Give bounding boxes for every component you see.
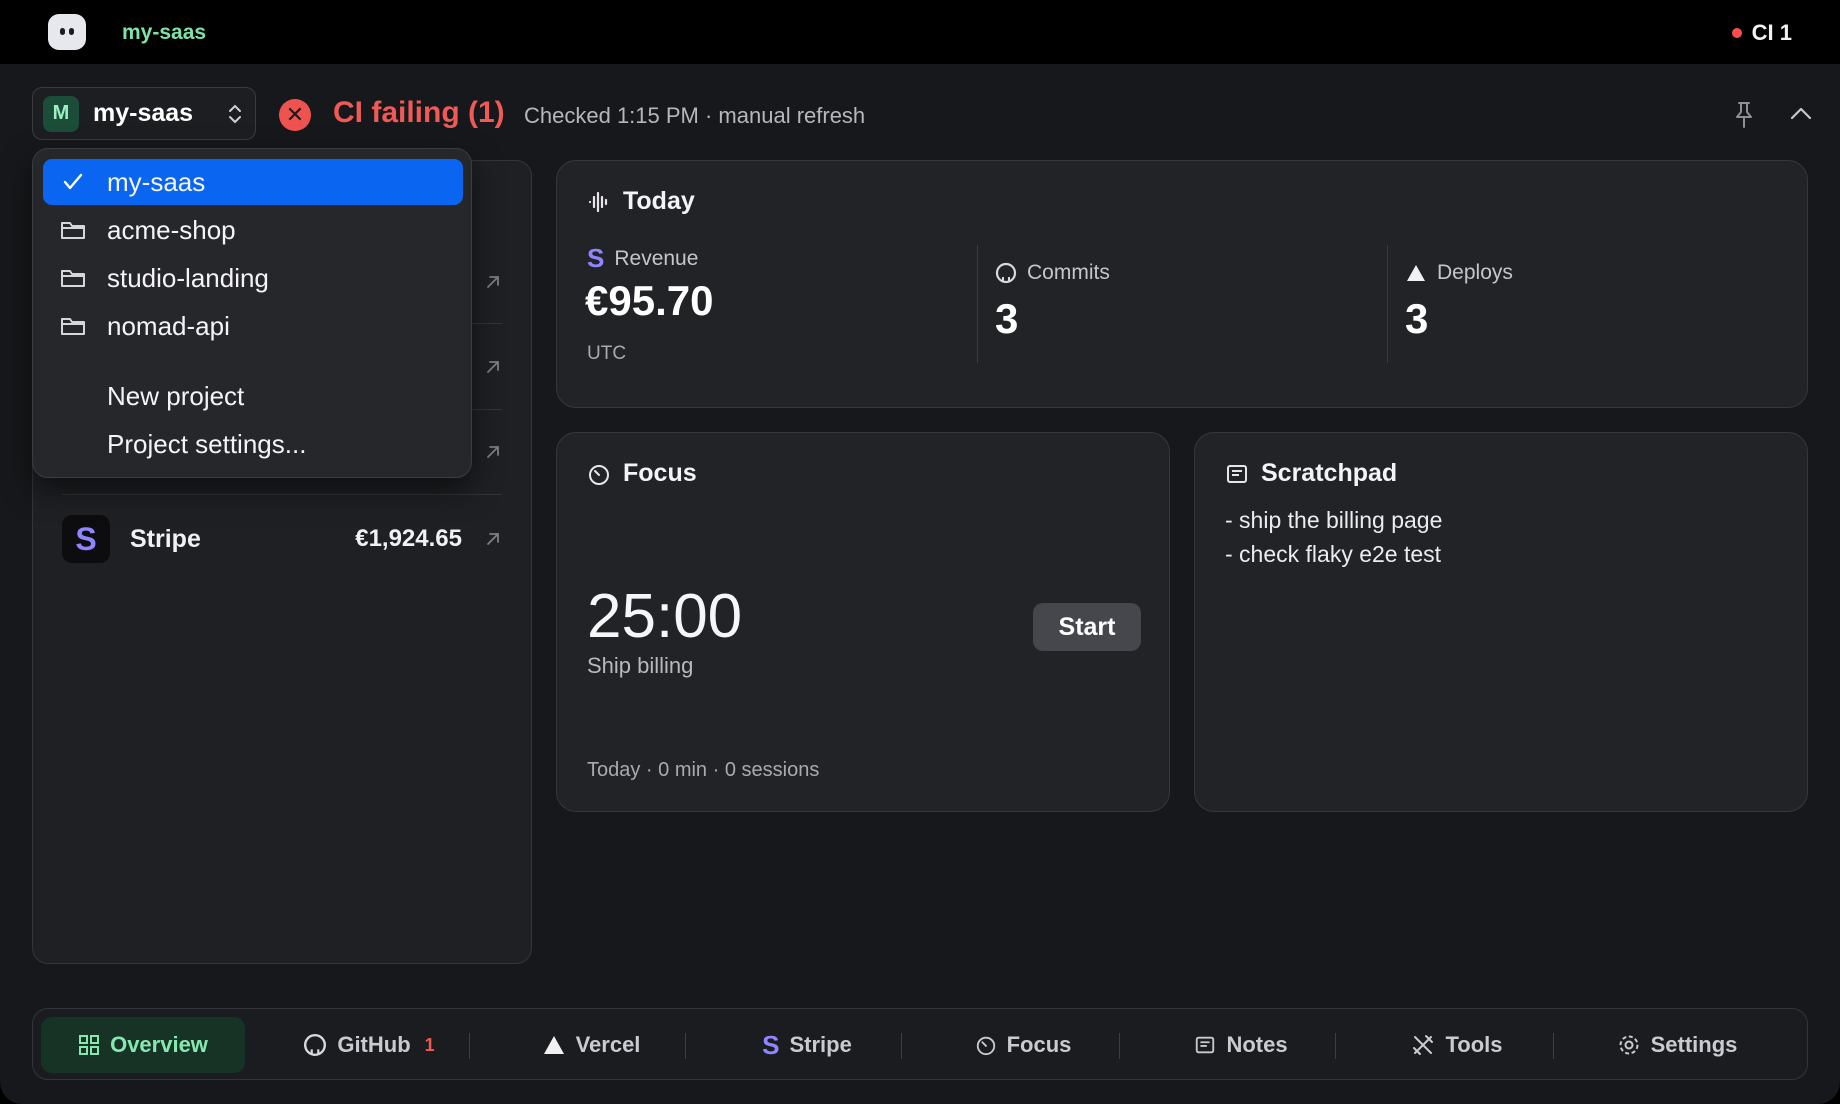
waveform-icon — [588, 191, 608, 212]
tab-separator — [685, 1033, 686, 1059]
github-icon — [304, 1033, 327, 1057]
project-selector-label: my-saas — [93, 99, 194, 127]
stripe-icon: S — [62, 515, 110, 563]
external-link-icon[interactable] — [482, 271, 504, 293]
project-dropdown-menu: my-saas acme-shop studio-landing nomad-a… — [32, 148, 472, 478]
ci-status-label: CI 1 — [1751, 20, 1792, 45]
ci-error-icon: ✕ — [279, 99, 311, 131]
stripe-icon: S — [587, 243, 605, 273]
tab-tools[interactable]: Tools — [1359, 1017, 1555, 1073]
deploys-value: 3 — [1405, 295, 1429, 342]
app-window: my-saas CI 1 M my-saas ✕ CI failing (1) … — [0, 0, 1840, 1104]
pin-icon[interactable] — [1732, 100, 1756, 130]
github-icon — [995, 262, 1017, 284]
tools-icon — [1413, 1035, 1434, 1055]
focus-card-title: Focus — [587, 459, 697, 488]
tab-separator — [1335, 1033, 1336, 1059]
start-button[interactable]: Start — [1033, 603, 1141, 651]
new-project-item[interactable]: New project — [43, 373, 463, 419]
tab-vercel[interactable]: Vercel — [493, 1017, 689, 1073]
today-card-title: Today — [587, 187, 695, 216]
folder-icon — [61, 318, 85, 335]
ci-failing-status[interactable]: CI failing (1) — [333, 96, 505, 130]
commits-label: Commits — [995, 261, 1110, 285]
vercel-triangle-icon — [543, 1036, 564, 1054]
tab-overview[interactable]: Overview — [41, 1017, 245, 1073]
tab-separator — [901, 1033, 902, 1059]
ci-status-indicator[interactable]: CI 1 — [1731, 20, 1792, 46]
last-checked-text: Checked 1:15 PM · manual refresh — [524, 103, 866, 128]
dropdown-item-studio-landing[interactable]: studio-landing — [43, 255, 463, 301]
gear-icon — [1619, 1035, 1639, 1055]
github-badge: 1 — [424, 1034, 435, 1055]
notes-icon — [1227, 464, 1247, 483]
title-bar: my-saas CI 1 — [0, 0, 1840, 64]
timer-icon — [976, 1036, 995, 1056]
chevron-updown-icon — [229, 104, 241, 124]
stripe-icon: S — [762, 1029, 780, 1060]
app-name: my-saas — [122, 21, 207, 44]
app-logo-icon — [48, 14, 86, 50]
checkmark-icon — [63, 173, 83, 190]
dropdown-item-my-saas[interactable]: my-saas — [43, 159, 463, 205]
list-divider — [62, 494, 502, 495]
stat-divider — [977, 245, 978, 363]
folder-icon — [61, 222, 85, 239]
grid-icon — [79, 1035, 100, 1055]
commits-value: 3 — [995, 295, 1019, 342]
notes-icon — [1196, 1036, 1215, 1054]
project-selector[interactable]: M my-saas — [32, 87, 256, 140]
external-link-icon[interactable] — [482, 528, 504, 550]
project-avatar: M — [43, 95, 79, 132]
scratchpad-line: - check flaky e2e test — [1225, 541, 1442, 567]
stripe-integration-row[interactable]: S Stripe €1,924.65 — [62, 513, 508, 565]
focus-task[interactable]: Ship billing — [587, 653, 693, 679]
bottom-tab-bar: Overview GitHub 1 Vercel S Stripe Focus N… — [32, 1008, 1808, 1080]
folder-icon — [61, 270, 85, 287]
revenue-value: €95.70 — [585, 277, 714, 324]
integration-amount: €1,924.65 — [355, 525, 462, 552]
focus-timer: 25:00 — [587, 582, 743, 651]
today-card: Today S Revenue €95.70 UTC Commits 3 Dep… — [556, 160, 1808, 408]
timer-icon — [589, 464, 609, 485]
dropdown-item-nomad-api[interactable]: nomad-api — [43, 303, 463, 349]
tab-separator — [469, 1033, 470, 1059]
stat-divider — [1387, 245, 1388, 363]
revenue-timezone: UTC — [587, 343, 627, 364]
tab-separator — [1119, 1033, 1120, 1059]
chevron-up-icon[interactable] — [1788, 102, 1814, 126]
tab-separator — [1553, 1033, 1554, 1059]
external-link-icon[interactable] — [482, 356, 504, 378]
dropdown-item-acme-shop[interactable]: acme-shop — [43, 207, 463, 253]
project-settings-item[interactable]: Project settings... — [43, 421, 463, 467]
external-link-icon[interactable] — [482, 441, 504, 463]
deploys-label: Deploys — [1405, 261, 1513, 285]
scratchpad-line: - ship the billing page — [1225, 507, 1443, 533]
revenue-label: S Revenue — [587, 243, 699, 273]
integration-name: Stripe — [130, 524, 201, 553]
status-dot-icon — [1731, 28, 1742, 38]
tab-stripe[interactable]: S Stripe — [709, 1017, 905, 1073]
tab-focus[interactable]: Focus — [925, 1017, 1121, 1073]
vercel-triangle-icon — [1407, 265, 1425, 281]
scratchpad-card[interactable]: Scratchpad - ship the billing page - che… — [1194, 432, 1808, 812]
tab-settings[interactable]: Settings — [1579, 1017, 1775, 1073]
focus-summary: Today · 0 min · 0 sessions — [587, 759, 820, 781]
scratchpad-title: Scratchpad — [1225, 459, 1397, 488]
focus-card: Focus 25:00 Ship billing Start Today · 0… — [556, 432, 1170, 812]
tab-notes[interactable]: Notes — [1143, 1017, 1339, 1073]
tab-github[interactable]: GitHub 1 — [269, 1017, 469, 1073]
